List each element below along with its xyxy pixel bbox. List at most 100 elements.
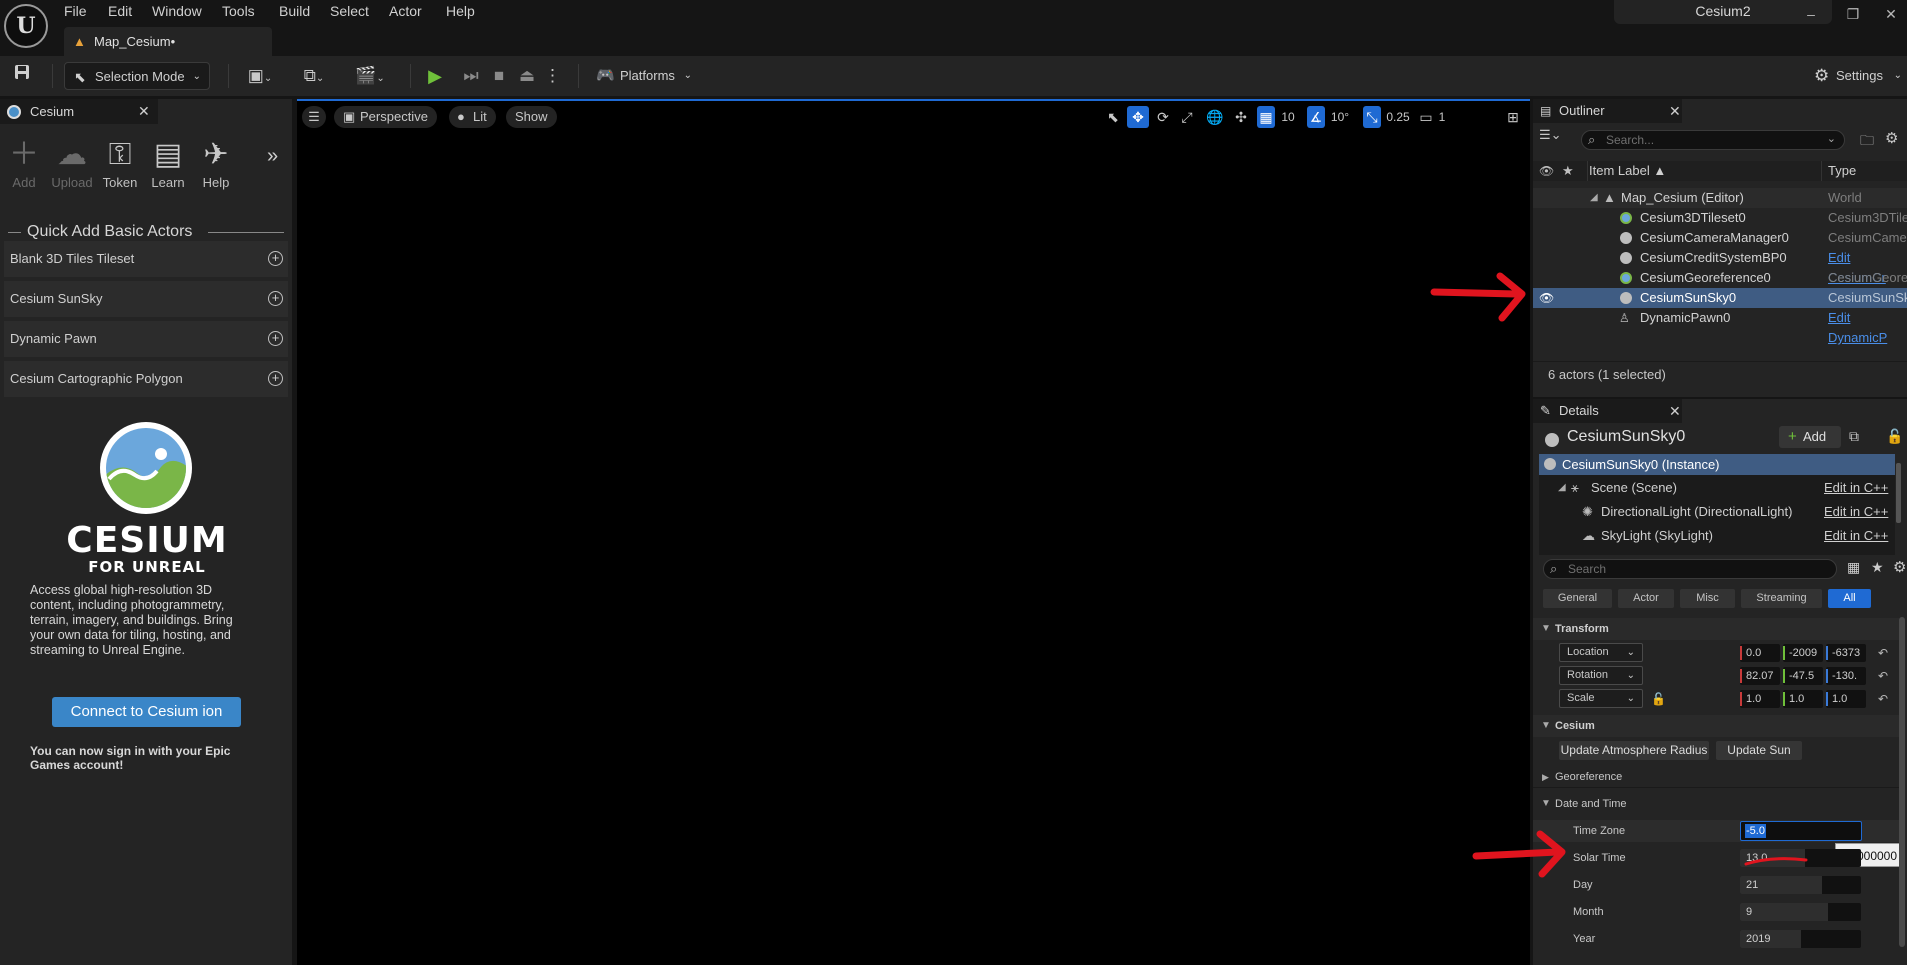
close-tab-icon[interactable]: ✕ xyxy=(138,99,150,124)
lit-button[interactable]: ● Lit xyxy=(449,106,496,128)
add-component-button[interactable]: + Add xyxy=(1779,426,1841,448)
location-z-field[interactable]: -6373 xyxy=(1826,644,1866,662)
component-row-root[interactable]: CesiumSunSky0 (Instance) xyxy=(1539,454,1895,475)
day-slider[interactable]: 21 xyxy=(1740,876,1861,894)
visibility-eye-icon[interactable]: 👁 xyxy=(1539,161,1554,181)
add-actor-icon[interactable]: ▣⌄ xyxy=(240,62,280,90)
menu-actor[interactable]: Actor xyxy=(389,1,422,21)
filter-tab-misc[interactable]: Misc xyxy=(1680,589,1735,608)
plus-circle-icon[interactable]: + xyxy=(268,251,283,266)
rotation-snap-value[interactable]: 10° xyxy=(1327,106,1353,128)
surface-snap-icon[interactable]: ✣ xyxy=(1231,106,1251,128)
section-transform[interactable]: ▼ Transform xyxy=(1533,618,1899,640)
close-tab-icon[interactable]: ✕ xyxy=(1669,399,1681,423)
location-dropdown[interactable]: Location ⌄ xyxy=(1559,643,1643,662)
section-cesium[interactable]: ▼ Cesium xyxy=(1533,715,1899,737)
column-item-label[interactable]: Item Label ▲ xyxy=(1589,161,1666,181)
filter-tab-general[interactable]: General xyxy=(1543,589,1612,608)
eject-icon[interactable]: ⏏ xyxy=(516,62,538,90)
component-row-scene[interactable]: ◢ ⚹ Scene (Scene) Edit in C++ xyxy=(1539,478,1895,498)
show-button[interactable]: Show xyxy=(506,106,557,128)
step-icon[interactable]: ⏭ xyxy=(460,62,482,90)
add-tool-button[interactable]: ＋ Add xyxy=(0,135,48,190)
details-search-input[interactable]: ⌕ Search xyxy=(1543,559,1837,579)
gear-icon[interactable]: ⚙ xyxy=(1885,129,1898,147)
update-atmosphere-radius-button[interactable]: Update Atmosphere Radius xyxy=(1559,741,1709,760)
menu-file[interactable]: File xyxy=(64,1,87,21)
close-window-icon[interactable]: ✕ xyxy=(1876,2,1906,26)
upload-tool-button[interactable]: ☁ Upload xyxy=(48,135,96,190)
visibility-eye-icon[interactable]: 👁 xyxy=(1539,288,1554,308)
blueprint-icon[interactable]: ⧉⌄ xyxy=(294,62,334,90)
grid-snap-value[interactable]: 10 xyxy=(1277,106,1299,128)
play-icon[interactable]: ▶ xyxy=(424,62,446,90)
scale-tool-icon[interactable]: ⤢ xyxy=(1177,106,1197,128)
pin-star-icon[interactable]: ★ xyxy=(1562,161,1574,181)
scale-snap-icon[interactable]: ⤡ xyxy=(1363,106,1381,128)
outliner-row-dynamic-pawn[interactable]: ♙ DynamicPawn0 Edit DynamicP xyxy=(1533,308,1907,345)
reset-arrow-icon[interactable]: ↶ xyxy=(1878,642,1888,664)
outliner-row-tileset[interactable]: Cesium3DTileset0 Cesium3DTile xyxy=(1533,208,1907,228)
scale-snap-value[interactable]: 0.25 xyxy=(1383,106,1413,128)
tab-cesium[interactable]: Cesium ✕ xyxy=(0,99,158,124)
menu-help[interactable]: Help xyxy=(446,1,475,21)
cinematics-icon[interactable]: 🎬⌄ xyxy=(350,62,390,90)
scale-y-field[interactable]: 1.0 xyxy=(1783,690,1823,708)
quick-add-item-cartographic-polygon[interactable]: Cesium Cartographic Polygon + xyxy=(4,361,288,397)
component-row-skylight[interactable]: ☁ SkyLight (SkyLight) Edit in C++ xyxy=(1539,526,1895,546)
time-zone-input[interactable]: -5.0 xyxy=(1740,821,1862,841)
scale-x-field[interactable]: 1.0 xyxy=(1740,690,1780,708)
rotation-x-field[interactable]: 82.07 xyxy=(1740,667,1780,685)
edit-blueprint-link[interactable]: Edit DynamicP xyxy=(1828,308,1907,348)
scale-z-field[interactable]: 1.0 xyxy=(1826,690,1866,708)
collapse-arrow-icon[interactable]: ◢ xyxy=(1558,478,1566,498)
reset-arrow-icon[interactable]: ↶ xyxy=(1878,665,1888,687)
month-slider[interactable]: 9 xyxy=(1740,903,1861,921)
plus-circle-icon[interactable]: + xyxy=(268,331,283,346)
rotation-dropdown[interactable]: Rotation ⌄ xyxy=(1559,666,1643,685)
outliner-row-camera-manager[interactable]: CesiumCameraManager0 CesiumCamer xyxy=(1533,228,1907,248)
expand-toolbar-icon[interactable]: » xyxy=(267,145,278,168)
plus-circle-icon[interactable]: + xyxy=(268,371,283,386)
component-row-directional-light[interactable]: ✺ DirectionalLight (DirectionalLight) Ed… xyxy=(1539,502,1895,522)
filter-icon[interactable]: ☰⌄ xyxy=(1539,127,1575,147)
translate-tool-icon[interactable]: ✥ xyxy=(1127,106,1149,128)
token-tool-button[interactable]: ⚿ Token xyxy=(96,135,144,190)
filter-tab-streaming[interactable]: Streaming xyxy=(1741,589,1822,608)
viewport-menu-icon[interactable]: ☰ xyxy=(302,106,326,128)
outliner-row-georeference[interactable]: CesiumGeoreference0 CesiumGeoref xyxy=(1533,268,1907,288)
minimize-icon[interactable]: – xyxy=(1796,2,1826,26)
unreal-logo-icon[interactable]: U xyxy=(4,4,48,48)
components-scrollbar[interactable] xyxy=(1896,463,1901,523)
reset-arrow-icon[interactable]: ↶ xyxy=(1878,688,1888,710)
menu-window[interactable]: Window xyxy=(152,1,202,21)
menu-select[interactable]: Select xyxy=(330,1,369,21)
group-date-time[interactable]: ▼ Date and Time xyxy=(1533,793,1899,815)
settings-dropdown[interactable]: ⚙ Settings ⌄ xyxy=(1808,62,1904,90)
menu-tools[interactable]: Tools xyxy=(222,1,255,21)
rotate-tool-icon[interactable]: ⟳ xyxy=(1153,106,1173,128)
world-space-icon[interactable]: 🌐 xyxy=(1205,106,1225,128)
help-tool-button[interactable]: ✈ Help xyxy=(192,135,240,190)
plus-circle-icon[interactable]: + xyxy=(268,291,283,306)
quick-add-item-blank-tileset[interactable]: Blank 3D Tiles Tileset + xyxy=(4,241,288,277)
layout-icon[interactable]: ⊞ xyxy=(1503,106,1523,128)
scale-dropdown[interactable]: Scale ⌄ xyxy=(1559,689,1643,708)
menu-build[interactable]: Build xyxy=(279,1,310,21)
level-viewport[interactable]: ☰ ▣ Perspective ● Lit Show ⬉ ✥ ⟳ ⤢ 🌐 ✣ ▦… xyxy=(297,99,1530,965)
close-tab-icon[interactable]: ✕ xyxy=(1669,99,1681,123)
maximize-icon[interactable]: ❐ xyxy=(1838,2,1868,26)
outliner-row-credit-system[interactable]: CesiumCreditSystemBP0 Edit CesiumCr xyxy=(1533,248,1907,285)
select-tool-icon[interactable]: ⬉ xyxy=(1103,106,1123,128)
filter-tab-actor[interactable]: Actor xyxy=(1618,589,1674,608)
blueprint-icon[interactable]: ⧉ xyxy=(1849,428,1859,445)
lock-icon[interactable]: 🔓 xyxy=(1651,688,1666,710)
gear-icon[interactable]: ⚙ xyxy=(1893,558,1906,576)
outliner-row-sunsky[interactable]: 👁 CesiumSunSky0 CesiumSunSk xyxy=(1533,288,1907,308)
grid-snap-icon[interactable]: ▦ xyxy=(1257,106,1275,128)
edit-in-cpp-link[interactable]: Edit in C++ xyxy=(1824,478,1888,498)
year-slider[interactable]: 2019 xyxy=(1740,930,1861,948)
location-x-field[interactable]: 0.0 xyxy=(1740,644,1780,662)
edit-in-cpp-link[interactable]: Edit in C++ xyxy=(1824,502,1888,522)
quick-add-item-dynamic-pawn[interactable]: Dynamic Pawn + xyxy=(4,321,288,357)
